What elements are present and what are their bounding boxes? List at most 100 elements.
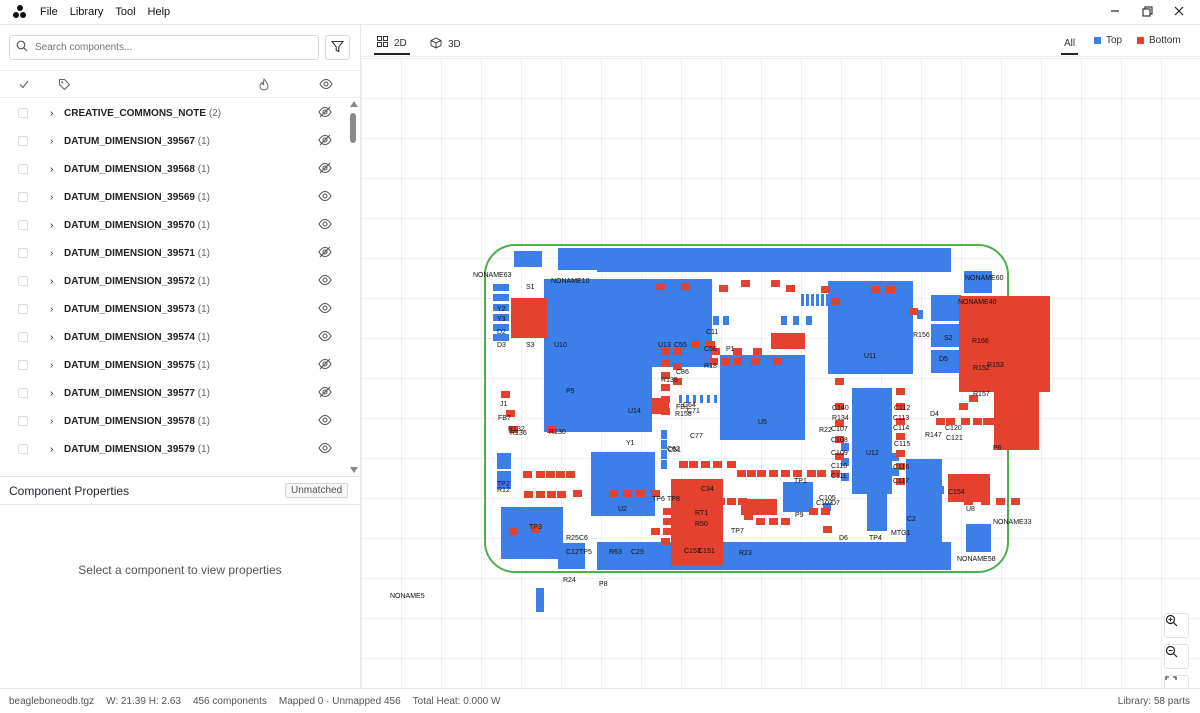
chevron-right-icon[interactable]: › [50,248,53,259]
bottom-pad[interactable] [1011,498,1020,505]
top-pad[interactable] [793,316,799,325]
bottom-pad[interactable] [948,474,990,502]
row-checkbox[interactable] [18,136,28,146]
pcb-canvas[interactable]: NONAME63 NONAME10 NONAME60 NONAME40 NONAME5 N… [361,58,1200,688]
eye-icon[interactable] [318,190,332,205]
top-pad[interactable] [936,486,944,494]
row-checkbox[interactable] [18,108,28,118]
top-pad[interactable] [728,395,731,403]
bottom-pad[interactable] [871,286,880,293]
row-checkbox[interactable] [18,248,28,258]
bottom-pad[interactable] [636,490,645,497]
chevron-right-icon[interactable]: › [50,164,53,175]
top-pad[interactable] [846,294,849,306]
scroll-down-icon[interactable] [350,467,358,473]
bottom-pad[interactable] [501,391,510,398]
bottom-pad[interactable] [1006,358,1015,365]
top-pad[interactable] [931,295,961,321]
bottom-pad[interactable] [807,470,816,477]
search-input[interactable] [35,42,305,53]
top-pad[interactable] [801,294,804,306]
chevron-right-icon[interactable]: › [50,360,53,371]
menu-help[interactable]: Help [148,6,171,18]
bottom-pad[interactable] [509,528,518,535]
bottom-pad[interactable] [689,461,698,468]
list-item[interactable]: › CREATIVE_COMMONS_NOTE (2) [0,99,348,127]
bottom-pad[interactable] [685,513,694,520]
search-box[interactable] [9,35,319,60]
bottom-pad[interactable] [661,538,670,545]
row-checkbox[interactable] [18,276,28,286]
row-checkbox[interactable] [18,416,28,426]
bottom-pad[interactable] [793,470,802,477]
bottom-pad[interactable] [823,526,832,533]
list-item[interactable]: › DATUM_DIMENSION_39572 (1) [0,267,348,295]
bottom-pad[interactable] [663,528,672,535]
top-pad[interactable] [828,281,913,374]
eye-icon[interactable] [318,414,332,429]
eye-off-icon[interactable] [318,134,332,149]
bottom-pad[interactable] [623,490,632,497]
bottom-pad[interactable] [821,508,830,515]
tab-2d[interactable]: 2D [374,33,410,55]
list-item[interactable]: › DATUM_DIMENSION_39568 (1) [0,155,348,183]
top-pad[interactable] [821,294,824,306]
bottom-pad[interactable] [661,384,670,391]
bottom-pad[interactable] [886,286,895,293]
eye-off-icon[interactable] [318,162,332,177]
fit-view-button[interactable] [1164,675,1189,688]
list-item[interactable]: › DATUM_DIMENSION_39573 (1) [0,295,348,323]
bottom-pad[interactable] [909,308,918,315]
layer-bottom[interactable]: Bottom [1137,35,1181,46]
bottom-pad[interactable] [896,433,905,440]
top-pad[interactable] [493,284,509,291]
bottom-pad[interactable] [831,298,840,305]
top-pad[interactable] [597,542,951,570]
top-pad[interactable] [536,588,544,612]
zoom-in-button[interactable] [1164,613,1189,638]
bottom-pad[interactable] [546,471,555,478]
bottom-pad[interactable] [609,490,618,497]
bottom-pad[interactable] [964,498,973,505]
eye-off-icon[interactable] [318,246,332,261]
bottom-pad[interactable] [756,518,765,525]
close-icon[interactable] [1172,4,1186,18]
bottom-pad[interactable] [557,491,566,498]
top-pad[interactable] [700,395,703,403]
bottom-pad[interactable] [981,498,990,505]
top-pad[interactable] [661,430,667,439]
row-checkbox[interactable] [18,192,28,202]
list-item[interactable]: › DATUM_DIMENSION_39579 (1) [0,435,348,463]
top-pad[interactable] [866,294,869,306]
bottom-pad[interactable] [661,396,670,403]
eye-icon[interactable] [318,442,332,457]
top-pad[interactable] [721,395,724,403]
bottom-pad[interactable] [547,491,556,498]
bottom-pad[interactable] [771,280,780,287]
top-pad[interactable] [783,482,813,512]
bottom-pad[interactable] [716,498,725,505]
top-pad[interactable] [558,248,598,270]
bottom-pad[interactable] [961,418,970,425]
top-pad[interactable] [826,294,829,306]
bottom-pad[interactable] [817,470,826,477]
minimize-icon[interactable] [1108,4,1122,18]
bottom-pad[interactable] [973,418,982,425]
bottom-pad[interactable] [994,392,1039,450]
bottom-pad[interactable] [981,376,990,383]
bottom-pad[interactable] [781,518,790,525]
bottom-pad[interactable] [821,286,830,293]
bottom-pad[interactable] [737,470,746,477]
bottom-pad[interactable] [773,358,782,365]
top-pad[interactable] [720,355,805,440]
top-pad[interactable] [497,453,511,469]
bottom-pad[interactable] [679,461,688,468]
chevron-right-icon[interactable]: › [50,416,53,427]
row-checkbox[interactable] [18,220,28,230]
top-pad[interactable] [806,316,812,325]
top-pad[interactable] [514,251,542,267]
bottom-pad[interactable] [769,470,778,477]
top-pad[interactable] [558,543,585,569]
list-item[interactable]: › DATUM_DIMENSION_39578 (1) [0,407,348,435]
bottom-pad[interactable] [991,418,1000,425]
